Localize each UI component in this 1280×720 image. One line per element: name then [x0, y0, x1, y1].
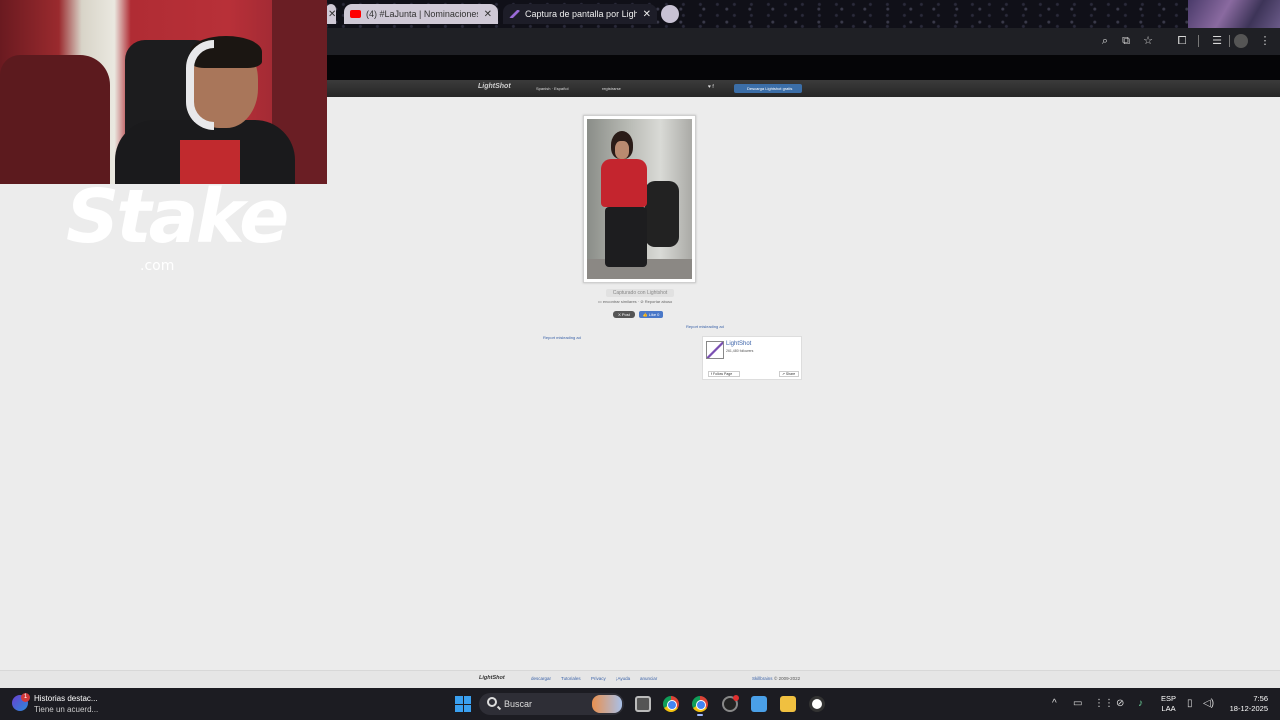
lightshot-logo[interactable]: LightShot	[478, 83, 511, 90]
tabstrip-background-art	[1188, 0, 1280, 28]
close-icon[interactable]: ✕	[643, 9, 651, 20]
more-icon[interactable]: ⋮	[1258, 34, 1272, 48]
chrome-profile-icon[interactable]	[692, 696, 708, 712]
task-view-icon[interactable]	[635, 696, 651, 712]
file-explorer-icon[interactable]	[780, 696, 796, 712]
search-highlight-art	[592, 695, 622, 713]
search-icon	[487, 697, 497, 707]
active-app-indicator	[697, 714, 703, 716]
start-button[interactable]	[455, 696, 471, 712]
footer-link-download[interactable]: descargar	[531, 676, 551, 681]
image-actions[interactable]: ▭ encontrar similares · ⊘ Reportar abuso	[598, 299, 672, 304]
chevron-up-icon[interactable]: ^	[1052, 698, 1057, 709]
widget-title[interactable]: Historias destac...	[34, 694, 98, 703]
tray-apps-icon[interactable]: ⋮⋮	[1094, 698, 1114, 709]
register-link[interactable]: registrarse	[602, 86, 621, 91]
follow-page-button[interactable]: f Follow Page	[708, 371, 740, 377]
new-tab-button[interactable]	[661, 5, 679, 23]
close-icon[interactable]: ✕	[484, 9, 492, 20]
tray-display-icon[interactable]: ▭	[1073, 698, 1082, 709]
footer-link-privacy[interactable]: Privacy	[591, 676, 606, 681]
toolbar-divider	[1229, 35, 1230, 47]
footer-logo[interactable]: LightShot	[479, 675, 505, 681]
screenshot-photo	[587, 119, 692, 279]
post-button[interactable]: X Post	[613, 311, 635, 318]
download-lightshot-button[interactable]: Descarga Lightshot gratis	[734, 84, 802, 93]
tab-label: (4) #LaJunta | Nominaciones Pr	[366, 9, 478, 19]
webcam-overlay	[0, 0, 327, 184]
youtube-icon	[350, 10, 361, 18]
volume-icon[interactable]: ◁)	[1203, 698, 1214, 709]
notification-badge: 1	[21, 693, 30, 702]
tab-partial[interactable]: ✕	[326, 4, 336, 24]
lightshot-logo-icon[interactable]	[706, 341, 724, 359]
lightshot-feather-icon	[509, 10, 520, 18]
bookmark-star-icon[interactable]: ☆	[1141, 34, 1155, 48]
media-icon[interactable]: ☰	[1210, 34, 1224, 48]
facebook-page-widget: LightShot 261,480 followers f Follow Pag…	[702, 336, 802, 380]
captured-with-lightshot: Capturado con Lightshot	[606, 289, 674, 297]
headphones-icon	[186, 40, 214, 130]
footer-company-link[interactable]: Skillbrains	[752, 676, 773, 681]
language-selector[interactable]: Spanish · Español	[536, 86, 568, 91]
toolbar-divider	[1198, 35, 1199, 47]
social-icons[interactable]: ♥ f	[708, 84, 714, 90]
share-button[interactable]: ↗ Share	[779, 371, 799, 377]
footer-link-advertise[interactable]: anunciar	[640, 676, 657, 681]
profile-icon[interactable]	[1234, 34, 1248, 48]
screenshot-image[interactable]	[583, 115, 696, 283]
like-button[interactable]: 👍 Like 0	[639, 311, 663, 318]
tab-label: Captura de pantalla por Lightshot	[525, 9, 637, 19]
widget-subtitle[interactable]: Tiene un acuerd...	[34, 705, 98, 714]
stake-logo: Stake	[66, 174, 289, 260]
footer-link-help[interactable]: ¡Ayuda	[616, 676, 630, 681]
tab-lightshot[interactable]: Captura de pantalla por Lightshot ✕	[503, 4, 657, 24]
battery-icon[interactable]: ▯	[1187, 698, 1193, 709]
zoom-icon[interactable]: ⌕	[1098, 34, 1112, 48]
close-icon[interactable]: ✕	[328, 9, 336, 20]
app-badge-icon	[733, 695, 739, 701]
stake-logo-suffix: .com	[140, 258, 175, 274]
microphone-icon[interactable]: ♪	[1138, 698, 1143, 709]
fb-followers: 261,480 followers	[726, 349, 754, 353]
extensions-icon[interactable]: ⧠	[1175, 34, 1189, 48]
search-placeholder: Buscar	[504, 699, 533, 709]
notepad-icon[interactable]	[751, 696, 767, 712]
install-icon[interactable]: ⧉	[1119, 34, 1133, 48]
tab-lajunta[interactable]: (4) #LaJunta | Nominaciones Pr ✕	[344, 4, 498, 24]
footer-link-tutorials[interactable]: Tutoriales	[561, 676, 581, 681]
tray-network-icon[interactable]: ⊘	[1116, 698, 1124, 709]
media-player-icon[interactable]	[809, 696, 825, 712]
chrome-icon[interactable]	[663, 696, 679, 712]
input-language[interactable]: ESP LAA	[1161, 694, 1176, 714]
system-clock[interactable]: 7:56 18-12-2025	[1222, 694, 1268, 714]
report-ad-link[interactable]: Report misleading ad	[543, 335, 581, 340]
desktop-screen: ✕ (4) #LaJunta | Nominaciones Pr ✕ Captu…	[0, 0, 1280, 720]
report-ad-link[interactable]: Report misleading ad	[686, 324, 724, 329]
footer-copyright: © 2009-2022	[774, 676, 801, 681]
fb-page-name[interactable]: LightShot	[726, 341, 751, 347]
